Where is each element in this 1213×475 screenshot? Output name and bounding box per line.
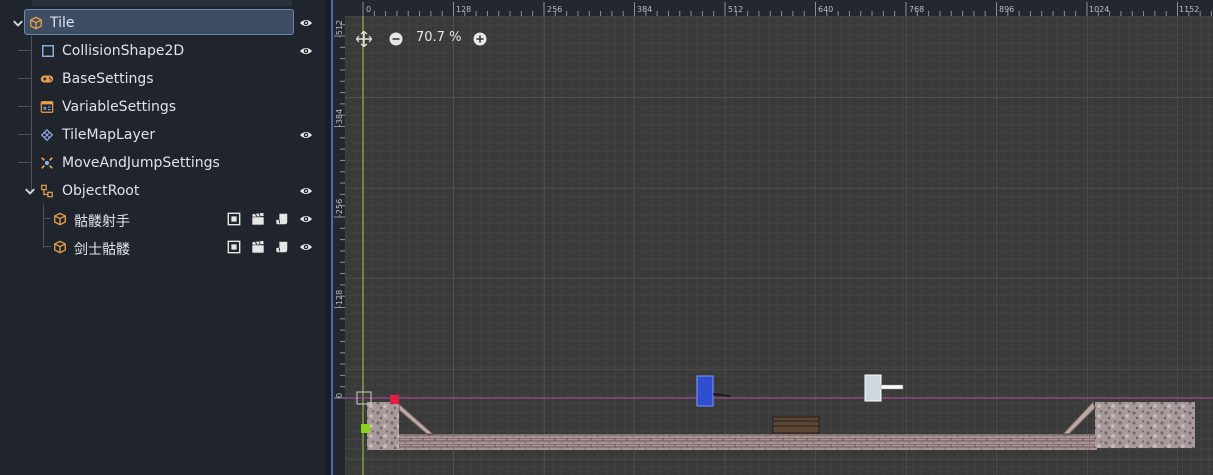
right-stone-block [1095, 402, 1195, 448]
scene-tree-panel: Tile CollisionShape2D BaseSettings Varia… [0, 0, 325, 475]
tree-item-tile[interactable]: Tile [0, 9, 325, 37]
ruler-label: -128 [335, 290, 344, 308]
visibility-eye-icon[interactable] [299, 17, 313, 29]
tree-item-variablesettings[interactable]: VariableSettings [0, 93, 325, 121]
gamepad-icon [40, 75, 54, 83]
skeleton-archer-sprite[interactable] [696, 375, 714, 407]
tree-item-label: TileMapLayer [62, 127, 156, 143]
ruler-label: 256 [547, 5, 562, 14]
tree-item-label: Tile [50, 15, 75, 31]
tree-item-skeleton-archer[interactable]: 骷髅射手 [0, 205, 325, 233]
clapperboard-icon[interactable] [251, 212, 265, 226]
ruler-label: 128 [456, 5, 471, 14]
ruler-label: -512 [335, 20, 344, 38]
tilemap-icon [40, 128, 54, 142]
tree-item-collisionshape2d[interactable]: CollisionShape2D [0, 37, 325, 65]
skeleton-swordsman-sprite[interactable] [864, 374, 882, 402]
ruler-label: 896 [999, 5, 1014, 14]
pivot-handle[interactable] [361, 424, 370, 433]
tree-item-basesettings[interactable]: BaseSettings [0, 65, 325, 93]
swordsman-sword [880, 384, 904, 390]
ruler-label: 1024 [1089, 5, 1109, 14]
node3d-cube-icon [54, 212, 66, 226]
zoom-out-icon[interactable] [389, 32, 403, 46]
tree-item-label: MoveAndJumpSettings [62, 155, 220, 171]
tree-item-objectroot[interactable]: ObjectRoot [0, 177, 325, 205]
ruler-label: 0 [366, 5, 371, 14]
clapperboard-icon[interactable] [251, 240, 265, 254]
major-grid [345, 16, 1213, 475]
collision-shape-icon [42, 45, 54, 57]
left-ruler[interactable] [333, 0, 345, 475]
center-view-icon[interactable] [356, 31, 372, 47]
script-scroll-icon[interactable] [275, 240, 289, 254]
tree-item-label: 剑士骷髅 [74, 242, 130, 258]
ruler-label: 1152 [1179, 5, 1199, 14]
left-stone-block [367, 402, 399, 450]
visibility-eye-icon[interactable] [299, 129, 313, 141]
open-scene-icon[interactable] [227, 212, 241, 226]
collision-handle[interactable] [390, 395, 399, 404]
open-scene-icon[interactable] [227, 240, 241, 254]
ruler-label: 640 [818, 5, 833, 14]
wooden-crate [772, 416, 820, 434]
visibility-eye-icon[interactable] [299, 213, 313, 225]
tree-item-label: ObjectRoot [62, 183, 140, 199]
tree-item-moveandjumpsettings[interactable]: MoveAndJumpSettings [0, 149, 325, 177]
visibility-eye-icon[interactable] [299, 45, 313, 57]
tree-item-tilemaplayer[interactable]: TileMapLayer [0, 121, 325, 149]
chevron-down-icon[interactable] [11, 17, 25, 31]
ruler-label: 768 [909, 5, 924, 14]
move-jump-icon [41, 157, 53, 169]
script-scroll-icon[interactable] [275, 212, 289, 226]
ruler-label: -256 [335, 199, 344, 217]
zoom-in-icon[interactable] [473, 32, 487, 46]
visibility-eye-icon[interactable] [299, 185, 313, 197]
node3d-cube-icon [30, 16, 42, 30]
object-root-icon [41, 184, 53, 198]
tree-item-label: BaseSettings [62, 71, 154, 87]
tree-item-label: CollisionShape2D [62, 43, 185, 59]
floor-tiles [367, 434, 1097, 450]
node3d-cube-icon [54, 240, 66, 254]
chevron-down-icon[interactable] [23, 185, 37, 199]
variable-script-icon [40, 101, 54, 113]
zoom-level-label[interactable]: 70.7 % [416, 30, 461, 45]
canvas-viewport[interactable]: 0 128 256 384 512 640 768 896 1024 1152 … [333, 0, 1213, 475]
ruler-label: -384 [335, 109, 344, 127]
panel-top-strip [32, 0, 292, 6]
tree-item-skeleton-swordsman[interactable]: 剑士骷髅 [0, 233, 325, 261]
ruler-label: 0 [335, 393, 344, 398]
tree-item-label: 骷髅射手 [74, 214, 130, 230]
tree-item-label: VariableSettings [62, 99, 177, 115]
viewport-canvas[interactable]: 0 128 256 384 512 640 768 896 1024 1152 … [333, 0, 1213, 475]
ruler-label: 384 [637, 5, 652, 14]
visibility-eye-icon[interactable] [299, 241, 313, 253]
ruler-label: 512 [728, 5, 743, 14]
